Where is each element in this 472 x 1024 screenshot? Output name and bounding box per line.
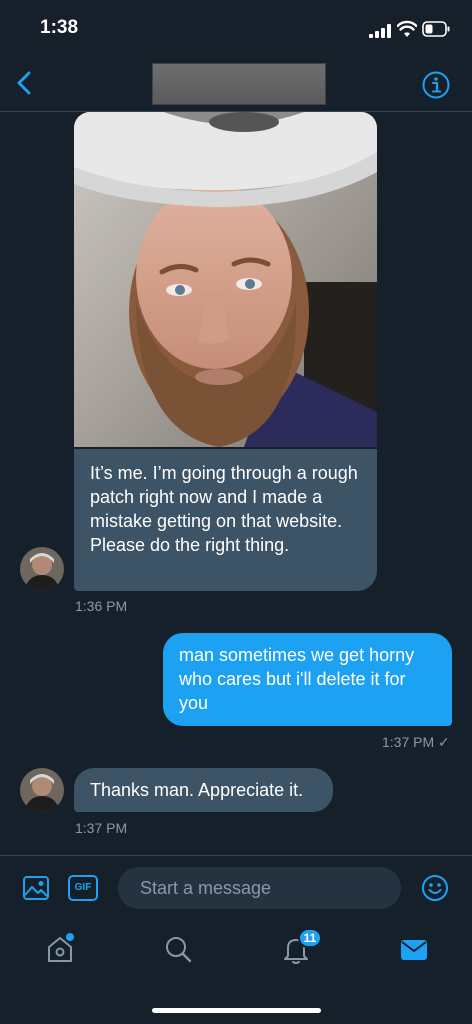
gif-button[interactable]: GIF [68, 875, 98, 901]
shared-photo[interactable] [74, 112, 377, 447]
message-input[interactable] [118, 867, 401, 909]
message-composer: GIF [0, 855, 472, 919]
battery-icon [422, 21, 450, 37]
incoming-message-bubble[interactable]: It’s me. I’m going through a rough patch… [74, 449, 377, 591]
cellular-signal-icon [369, 24, 391, 38]
message-timestamp: 1:37 PM [75, 820, 128, 836]
info-icon[interactable] [421, 70, 451, 100]
incoming-message-bubble[interactable]: Thanks man. Appreciate it. [74, 768, 333, 812]
home-indicator[interactable] [152, 1008, 321, 1013]
status-time: 1:38 [40, 17, 79, 38]
wifi-icon [397, 20, 417, 37]
notifications-badge: 11 [298, 928, 322, 948]
new-tweets-dot [66, 933, 74, 941]
status-bar: 1:38 [0, 0, 472, 56]
messages-icon[interactable] [399, 933, 429, 965]
search-icon[interactable] [163, 933, 193, 965]
message-timestamp: 1:37 PM ✓ [382, 734, 450, 750]
conversation-header [0, 56, 472, 112]
image-icon[interactable] [22, 874, 50, 902]
emoji-icon[interactable] [421, 874, 449, 902]
redacted-contact-name [152, 63, 326, 105]
message-timestamp: 1:36 PM [75, 598, 128, 614]
chevron-left-icon[interactable] [12, 68, 38, 98]
outgoing-message-bubble[interactable]: man sometimes we get horny who cares but… [163, 633, 452, 726]
avatar[interactable] [20, 547, 64, 591]
avatar[interactable] [20, 768, 64, 812]
